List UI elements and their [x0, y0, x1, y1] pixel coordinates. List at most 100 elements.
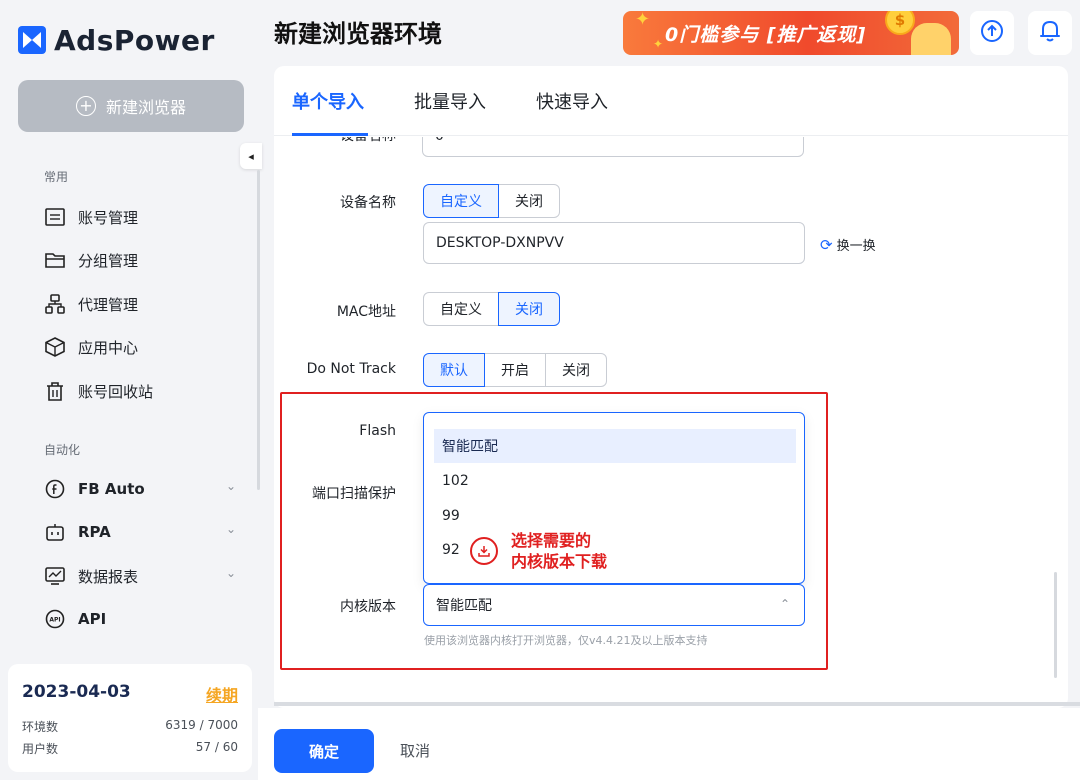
sidebar-scrollbar[interactable]	[257, 170, 260, 490]
clipped-input[interactable]: 0	[422, 137, 804, 157]
sidebar-item-recycle-bin[interactable]: 账号回收站	[44, 379, 244, 403]
sidebar-item-reports[interactable]: 数据报表 ⌄	[44, 564, 244, 588]
sidebar-item-label: 代理管理	[78, 295, 139, 314]
main-scrollbar[interactable]	[1054, 572, 1057, 678]
expiry-date: 2023-04-03	[22, 682, 131, 702]
page-title: 新建浏览器环境	[274, 20, 442, 48]
cancel-button[interactable]: 取消	[400, 740, 430, 761]
clipped-field-row: 0	[422, 137, 806, 157]
chevron-down-icon[interactable]: ⌄	[226, 479, 236, 493]
clipped-input-value: 0	[435, 137, 444, 144]
dnt-default-option[interactable]: 默认	[423, 353, 485, 387]
upgrade-button[interactable]	[970, 11, 1014, 55]
tab-quick-import[interactable]: 快速导入	[536, 88, 608, 114]
import-tabs: 单个导入 批量导入 快速导入	[274, 66, 1068, 136]
sidebar-item-label: FB Auto	[78, 480, 145, 498]
device-name-value: DESKTOP-DXNPVV	[436, 235, 564, 251]
sidebar-item-label: 账号管理	[78, 208, 139, 227]
subscription-stats-card: 2023-04-03 续期 环境数 6319 / 7000 用户数 57 / 6…	[8, 664, 252, 772]
adspower-logo-icon	[18, 26, 46, 54]
plus-circle-icon: +	[75, 96, 96, 116]
clipped-label-row: 设备名称	[276, 137, 396, 145]
annotation-callout: 选择需要的 内核版本下载	[511, 530, 607, 572]
notification-button[interactable]	[1028, 11, 1072, 55]
sidebar-item-rpa[interactable]: RPA ⌄	[44, 520, 244, 544]
user-count-label: 用户数	[22, 742, 59, 756]
sidebar-item-app-center[interactable]: 应用中心	[44, 335, 244, 359]
env-count-label: 环境数	[22, 720, 59, 734]
regenerate-label: 换一换	[836, 239, 876, 254]
footer-bar	[258, 708, 1080, 780]
sidebar-item-fb-auto[interactable]: FB Auto ⌄	[44, 477, 244, 501]
sidebar-item-proxy[interactable]: 代理管理	[44, 292, 244, 316]
device-name-toggle: 自定义 关闭	[423, 184, 560, 218]
mac-address-label: MAC地址	[336, 304, 396, 320]
tab-batch-import[interactable]: 批量导入	[414, 88, 486, 114]
renew-link[interactable]: 续期	[206, 682, 238, 706]
confirm-button[interactable]: 确定	[274, 729, 374, 773]
mac-address-toggle: 自定义 关闭	[423, 292, 560, 326]
device-name-label: 设备名称	[340, 195, 396, 211]
mac-custom-option[interactable]: 自定义	[423, 292, 499, 326]
do-not-track-label: Do Not Track	[306, 361, 396, 377]
proxy-icon	[44, 293, 66, 315]
collapse-sidebar-button[interactable]: ◂	[240, 143, 262, 169]
sidebar: AdsPower + 新建浏览器 ◂ 常用 账号管理 分组管理 代理管理 应用中…	[0, 0, 262, 780]
annotation-line-1: 选择需要的	[511, 531, 592, 550]
do-not-track-toggle: 默认 开启 关闭	[423, 353, 607, 387]
sidebar-item-api[interactable]: API API	[44, 607, 244, 631]
new-browser-label: 新建浏览器	[105, 98, 186, 117]
logo[interactable]: AdsPower	[18, 22, 215, 58]
device-name-off-option[interactable]: 关闭	[498, 184, 560, 218]
sidebar-item-group[interactable]: 分组管理	[44, 248, 244, 272]
folder-icon	[44, 249, 66, 271]
active-tab-indicator	[292, 133, 368, 136]
chevron-left-icon: ◂	[248, 149, 254, 163]
chart-icon	[44, 565, 66, 587]
trash-icon	[44, 380, 66, 402]
dnt-off-option[interactable]: 关闭	[545, 353, 607, 387]
env-count-value: 6319 / 7000	[165, 718, 238, 732]
promo-text: 0门槛参与 [推广返现]	[665, 24, 867, 46]
robot-icon	[44, 521, 66, 543]
mascot-illustration	[911, 23, 951, 55]
api-icon: API	[44, 608, 66, 630]
sparkle-icon: ✦	[635, 11, 651, 30]
user-count-row: 用户数 57 / 60	[22, 740, 238, 757]
upload-circle-icon	[980, 19, 1004, 47]
panel-divider	[274, 702, 1080, 706]
sidebar-item-label: 分组管理	[78, 251, 139, 270]
sidebar-item-account[interactable]: 账号管理	[44, 205, 244, 229]
clipped-label: 设备名称	[276, 137, 396, 145]
svg-text:API: API	[49, 617, 60, 624]
sidebar-item-label: API	[78, 610, 107, 628]
download-icon[interactable]	[470, 537, 498, 565]
coin-icon: $	[885, 11, 915, 35]
chevron-down-icon[interactable]: ⌄	[226, 566, 236, 580]
section-automation-title: 自动化	[44, 443, 81, 457]
sidebar-item-label: RPA	[78, 523, 111, 541]
bell-icon	[1039, 19, 1061, 47]
sidebar-item-label: 应用中心	[78, 338, 139, 357]
device-name-custom-option[interactable]: 自定义	[423, 184, 499, 218]
sidebar-item-label: 数据报表	[78, 567, 139, 586]
chevron-down-icon[interactable]: ⌄	[226, 522, 236, 536]
section-common-title: 常用	[44, 170, 69, 184]
regenerate-device-name-button[interactable]: ⟳ 换一换	[820, 235, 876, 255]
account-icon	[44, 206, 66, 228]
sparkle-icon: ✦	[653, 37, 664, 51]
promo-banner[interactable]: ✦ ✦ 0门槛参与 [推广返现] $	[623, 11, 959, 55]
dnt-on-option[interactable]: 开启	[484, 353, 546, 387]
env-count-row: 环境数 6319 / 7000	[22, 718, 238, 735]
logo-text: AdsPower	[54, 23, 215, 57]
user-count-value: 57 / 60	[195, 740, 238, 754]
fb-icon	[44, 478, 66, 500]
box-icon	[44, 336, 66, 358]
tab-single-import[interactable]: 单个导入	[292, 88, 364, 114]
sidebar-item-label: 账号回收站	[78, 382, 154, 401]
annotation-line-2: 内核版本下载	[511, 552, 608, 571]
new-browser-button[interactable]: + 新建浏览器	[18, 80, 244, 132]
device-name-input[interactable]: DESKTOP-DXNPVV	[423, 222, 805, 264]
mac-off-option[interactable]: 关闭	[498, 292, 560, 326]
refresh-icon: ⟳	[820, 235, 833, 254]
